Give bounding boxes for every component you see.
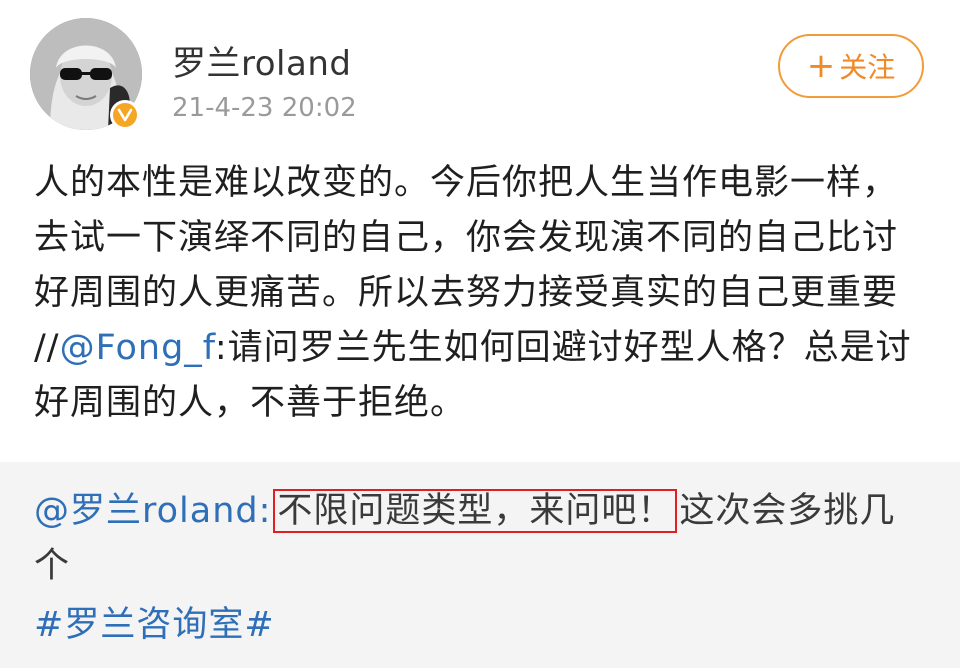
verified-badge-icon <box>110 100 140 130</box>
follow-label: 关注 <box>839 51 896 84</box>
mention-link[interactable]: @Fong_f <box>60 328 215 368</box>
post-body-text: 人的本性是难以改变的。今后你把人生当作电影一样，去试一下演绎不同的自己，你会发现… <box>34 156 924 431</box>
highlighted-text: 不限问题类型，来问吧！ <box>273 489 678 533</box>
post-timestamp: 21-4-23 20:02 <box>172 93 357 123</box>
repost-text: @罗兰roland: 不限问题类型，来问吧！ 这次会多挑几个 <box>34 484 924 594</box>
follow-button[interactable]: + 关注 <box>778 34 924 98</box>
repost-mention-link[interactable]: @罗兰roland <box>34 491 259 531</box>
post-header: 罗兰roland 21-4-23 20:02 + 关注 <box>0 0 960 150</box>
repost-box[interactable]: @罗兰roland: 不限问题类型，来问吧！ 这次会多挑几个 #罗兰咨询室# <box>0 462 960 668</box>
repost-separator: : <box>258 491 272 531</box>
topic-hashtag-link[interactable]: #罗兰咨询室# <box>34 596 275 647</box>
author-name[interactable]: 罗兰roland <box>172 36 351 85</box>
plus-icon: + <box>806 46 836 86</box>
